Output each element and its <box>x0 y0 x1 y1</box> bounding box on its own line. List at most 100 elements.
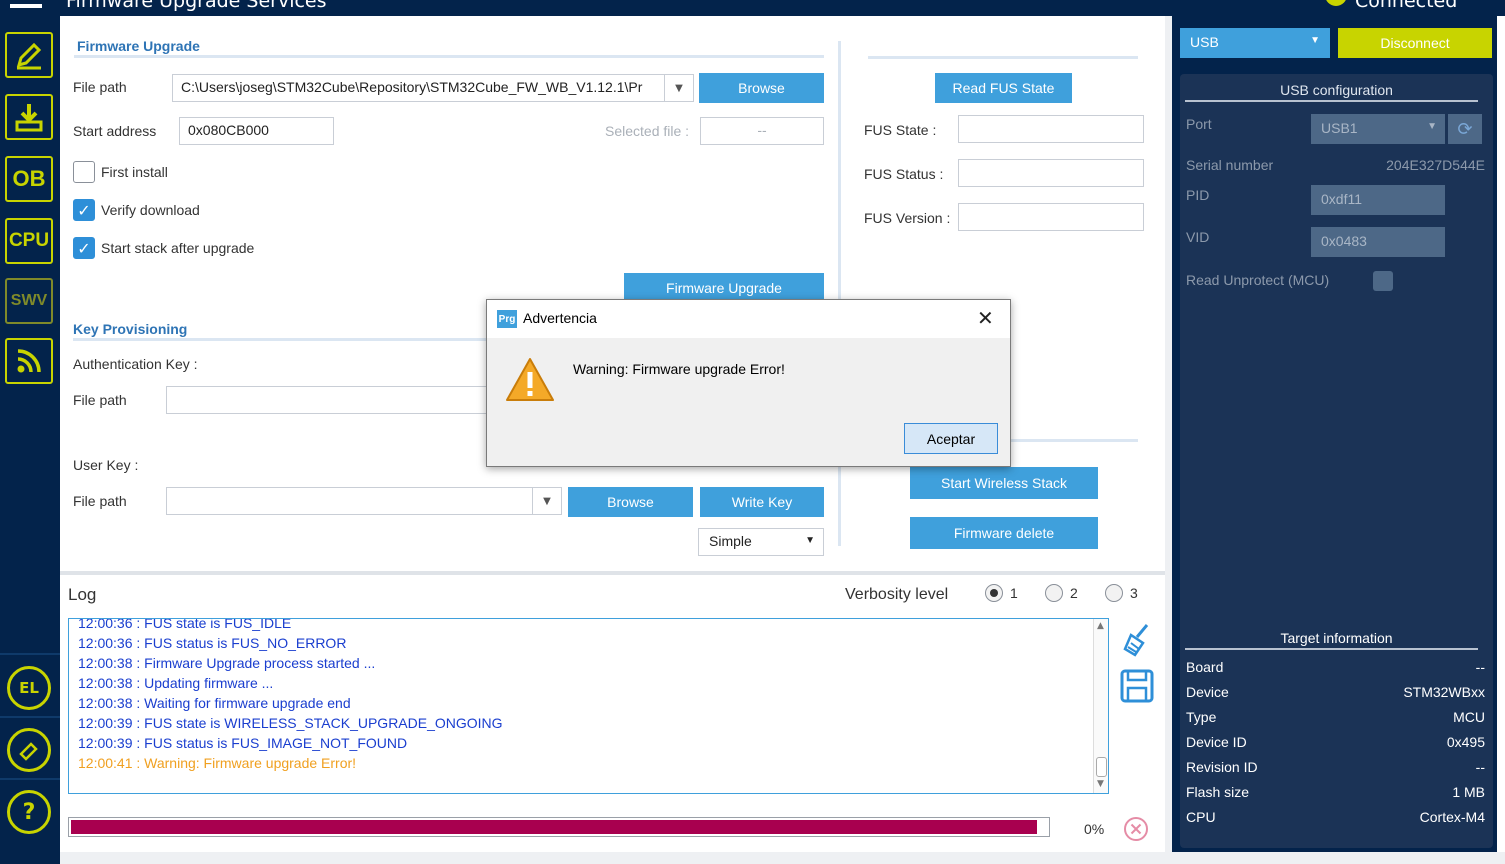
fus-status-field <box>958 159 1144 187</box>
sidebar-item-cpu[interactable]: CPU <box>5 218 53 264</box>
rss-icon <box>17 349 41 373</box>
read-fus-state-button[interactable]: Read FUS State <box>935 73 1072 103</box>
pid-label: PID <box>1186 187 1210 203</box>
progress-percent: 0% <box>1084 821 1105 837</box>
disconnect-button[interactable]: Disconnect <box>1338 28 1492 58</box>
section-rule <box>73 338 503 341</box>
chevron-down-icon: ▼ <box>675 82 683 94</box>
menu-icon[interactable] <box>10 4 42 8</box>
save-log-icon[interactable] <box>1120 669 1154 707</box>
chevron-down-icon: ▼ <box>1310 35 1320 46</box>
sidebar-divider <box>0 778 60 780</box>
warning-dialog: Prg Advertencia ✕ Warning: Firmware upgr… <box>486 299 1011 467</box>
selected-file-label: Selected file : <box>605 123 690 139</box>
verbosity-radio-2[interactable] <box>1045 584 1063 602</box>
browse-button[interactable]: Browse <box>699 73 824 103</box>
fus-state-field <box>958 115 1144 143</box>
usb-configuration-panel: USB configuration Port USB1 ▼ ⟳ Serial n… <box>1180 74 1493 848</box>
target-value: Cortex-M4 <box>1419 809 1485 825</box>
log-scrollbar[interactable]: ▲ ▼ <box>1093 619 1108 793</box>
target-value: 0x495 <box>1446 734 1485 750</box>
auth-key-file-path-input[interactable] <box>166 386 496 414</box>
port-label: Port <box>1186 116 1212 132</box>
scroll-down-icon[interactable]: ▼ <box>1097 779 1104 789</box>
close-icon[interactable]: ✕ <box>977 306 994 330</box>
fus-state-label: FUS State : <box>864 122 937 138</box>
selected-file-field: -- <box>700 117 824 145</box>
auth-file-path-label: File path <box>73 392 127 408</box>
vid-label: VID <box>1186 229 1210 245</box>
section-rule <box>868 56 1138 59</box>
scroll-up-icon[interactable]: ▲ <box>1097 621 1104 631</box>
key-browse-button[interactable]: Browse <box>568 487 693 517</box>
edit-icon <box>16 42 42 70</box>
start-wireless-stack-button[interactable]: Start Wireless Stack <box>910 467 1098 499</box>
first-install-checkbox[interactable] <box>73 161 95 183</box>
target-label: Type <box>1186 709 1217 725</box>
port-select[interactable]: USB1 ▼ <box>1311 114 1445 144</box>
dialog-titlebar[interactable]: Prg Advertencia ✕ <box>487 300 1010 338</box>
log-line: 12:00:36 : FUS status is FUS_NO_ERROR <box>78 635 347 651</box>
accept-button[interactable]: Aceptar <box>904 423 998 454</box>
log-output[interactable]: 12:00:36 : FUS state is FUS_IDLE 12:00:3… <box>68 618 1109 794</box>
refresh-icon[interactable]: ⟳ <box>1448 114 1482 144</box>
sidebar-item-rss[interactable] <box>5 338 53 384</box>
sidebar-item-download[interactable] <box>5 94 53 140</box>
section-rule <box>1185 100 1478 102</box>
log-line: 12:00:39 : FUS state is WIRELESS_STACK_U… <box>78 715 503 731</box>
read-unprotect-checkbox[interactable] <box>1373 271 1393 291</box>
log-title: Log <box>68 585 97 604</box>
progress-bar <box>68 817 1050 837</box>
user-key-label: User Key : <box>73 457 139 473</box>
log-line-warning: 12:00:41 : Warning: Firmware upgrade Err… <box>78 755 357 771</box>
chevron-down-icon: ▼ <box>1427 121 1437 132</box>
target-value: 1 MB <box>1452 784 1485 800</box>
el-icon: EL <box>19 679 39 697</box>
firmware-file-path-input[interactable]: C:\Users\joseg\STM32Cube\Repository\STM3… <box>172 74 665 102</box>
fus-status-label: FUS Status : <box>864 166 944 182</box>
progress-bar-fill <box>71 820 1037 834</box>
check-icon: ✓ <box>77 238 91 258</box>
interface-select[interactable]: USB ▼ <box>1180 28 1330 58</box>
verify-download-checkbox[interactable]: ✓ <box>73 199 95 221</box>
firmware-upgrade-title: Firmware Upgrade <box>77 38 200 54</box>
verbosity-radio-3[interactable] <box>1105 584 1123 602</box>
file-path-label: File path <box>73 79 127 95</box>
sidebar-item-edit[interactable] <box>5 32 53 78</box>
page-title: Firmware Upgrade Services <box>66 0 327 12</box>
dialog-title: Advertencia <box>523 310 597 326</box>
usb-config-title: USB configuration <box>1280 82 1393 98</box>
clear-log-icon[interactable] <box>1121 623 1153 661</box>
sidebar-divider <box>0 653 60 655</box>
connection-status-icon <box>1325 0 1347 6</box>
user-key-file-path-input[interactable] <box>166 487 533 515</box>
cancel-icon[interactable] <box>1123 816 1149 846</box>
scroll-thumb[interactable] <box>1096 757 1107 777</box>
file-path-dropdown-button[interactable]: ▼ <box>664 74 694 102</box>
fus-version-label: FUS Version : <box>864 210 951 226</box>
target-label: CPU <box>1186 809 1216 825</box>
sidebar-item-swv[interactable]: SWV <box>5 278 53 324</box>
target-value: MCU <box>1453 709 1485 725</box>
sidebar-item-ob[interactable]: OB <box>5 156 53 202</box>
sidebar: OB CPU SWV EL ? <box>0 16 60 864</box>
swv-icon: SWV <box>10 292 48 309</box>
key-type-select[interactable]: Simple ▼ <box>698 528 824 556</box>
port-value: USB1 <box>1321 120 1358 136</box>
user-key-dropdown-button[interactable]: ▼ <box>532 487 562 515</box>
verbosity-radio-1[interactable] <box>985 584 1003 602</box>
log-line: 12:00:39 : FUS status is FUS_IMAGE_NOT_F… <box>78 735 408 751</box>
key-type-value: Simple <box>709 533 752 549</box>
start-stack-checkbox[interactable]: ✓ <box>73 237 95 259</box>
sidebar-item-help[interactable]: ? <box>7 790 51 834</box>
start-address-input[interactable]: 0x080CB000 <box>179 117 334 145</box>
firmware-delete-button[interactable]: Firmware delete <box>910 517 1098 549</box>
serial-number-label: Serial number <box>1186 157 1274 173</box>
sidebar-item-eraser[interactable] <box>7 728 51 772</box>
log-line: 12:00:38 : Waiting for firmware upgrade … <box>78 695 351 711</box>
verify-download-label: Verify download <box>101 202 200 218</box>
write-key-button[interactable]: Write Key <box>700 487 824 517</box>
sidebar-item-el[interactable]: EL <box>7 666 51 710</box>
target-info-title: Target information <box>1280 630 1393 646</box>
first-install-label: First install <box>101 164 168 180</box>
